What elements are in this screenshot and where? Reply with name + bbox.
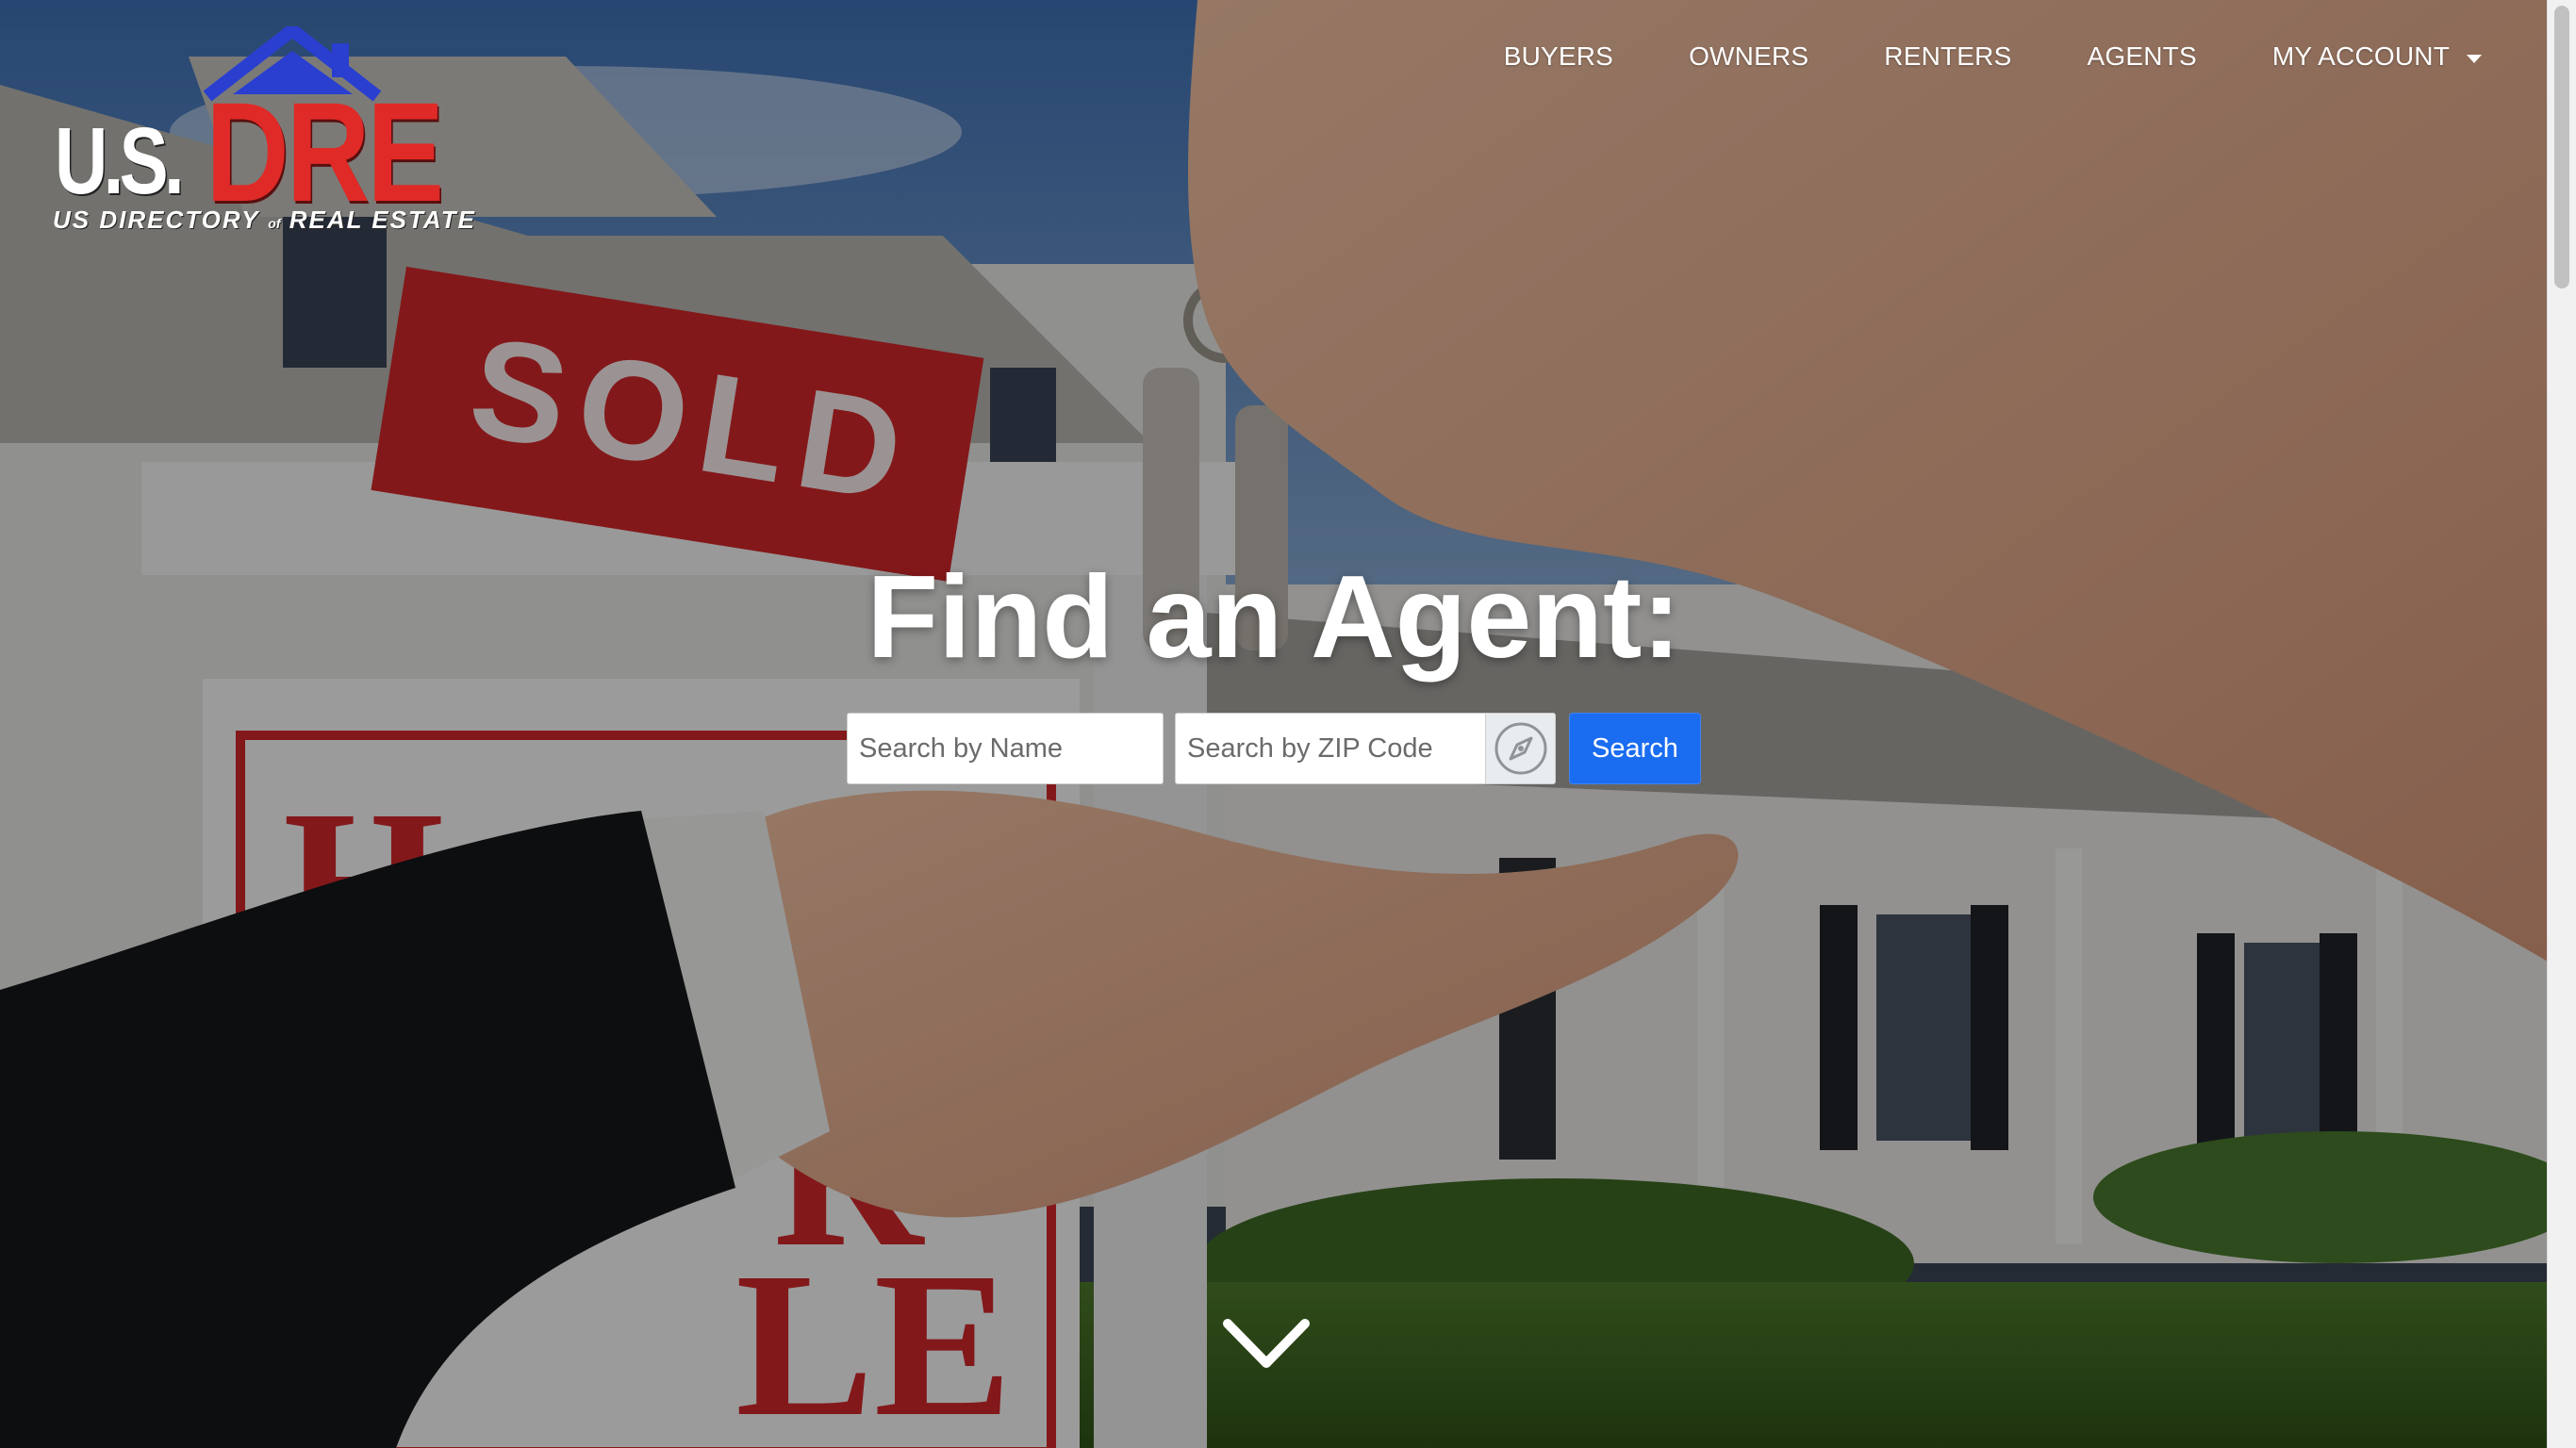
- scrollbar-thumb[interactable]: [2554, 6, 2569, 288]
- main-nav: BUYERS OWNERS RENTERS AGENTS MY ACCOUNT: [1428, 38, 2482, 75]
- logo-dre-text: DRE: [206, 73, 444, 231]
- page: H R LE SOLD U.S. DRE US DIRECTORY: [0, 0, 2576, 1448]
- my-account-label: MY ACCOUNT: [2271, 41, 2450, 71]
- logo-tagline-part-2: REAL ESTATE: [289, 206, 476, 234]
- agent-search-form: Search: [847, 713, 1701, 784]
- zip-search-input[interactable]: [1175, 713, 1486, 784]
- chevron-down-icon[interactable]: [1222, 1316, 1311, 1373]
- site-logo[interactable]: U.S. DRE US DIRECTORY of REAL ESTATE: [49, 22, 474, 243]
- zip-search-group: [1175, 713, 1556, 784]
- nav-item-owners[interactable]: OWNERS: [1689, 38, 1808, 75]
- caret-down-icon: [2467, 54, 2482, 63]
- logo-tagline: US DIRECTORY of REAL ESTATE: [53, 206, 476, 238]
- logo-tagline-part-1: US DIRECTORY: [53, 206, 260, 234]
- nav-item-renters[interactable]: RENTERS: [1884, 38, 2011, 75]
- nav-item-buyers[interactable]: BUYERS: [1504, 38, 1613, 75]
- search-button[interactable]: Search: [1569, 713, 1701, 784]
- page-scrollbar[interactable]: [2547, 0, 2576, 1448]
- page-title: Find an Agent:: [867, 552, 1681, 683]
- locate-button[interactable]: [1486, 713, 1556, 784]
- name-search-input[interactable]: [847, 713, 1164, 784]
- logo-tagline-of: of: [268, 216, 281, 231]
- nav-item-agents[interactable]: AGENTS: [2087, 38, 2196, 75]
- compass-icon: [1494, 722, 1546, 775]
- logo-us-text: U.S.: [55, 108, 185, 214]
- nav-item-my-account[interactable]: MY ACCOUNT: [2272, 38, 2482, 75]
